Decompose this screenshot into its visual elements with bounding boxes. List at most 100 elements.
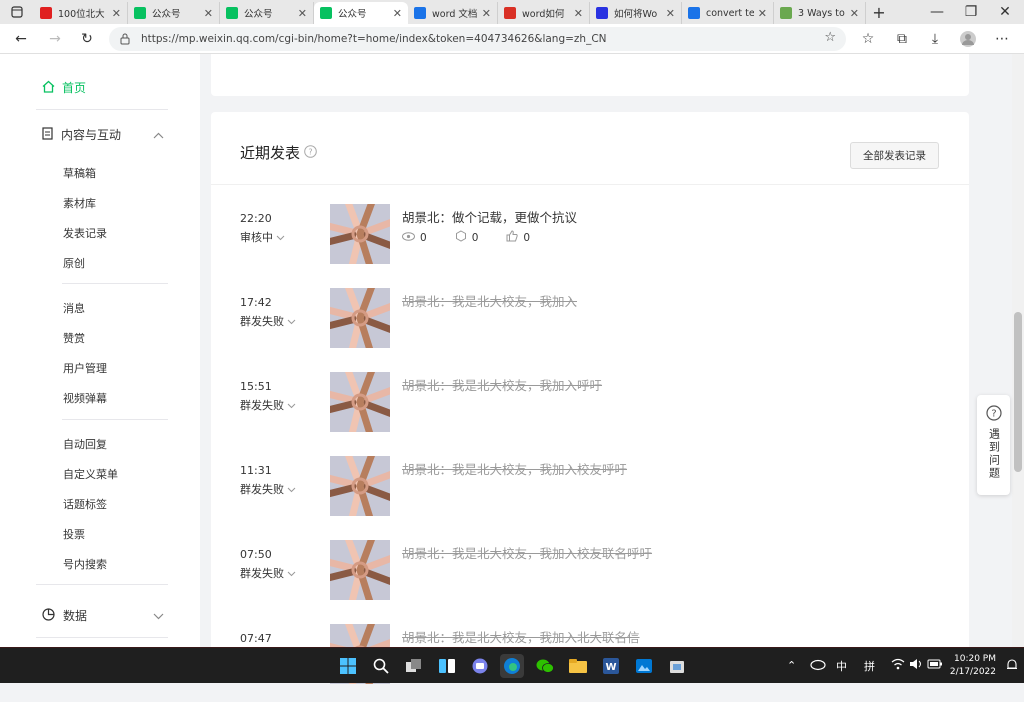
new-tab-button[interactable]: + <box>868 1 890 23</box>
site-logo-red <box>504 7 516 19</box>
close-tab-icon[interactable]: ✕ <box>393 7 402 20</box>
cloud-sync-icon[interactable] <box>810 657 826 674</box>
wechat-icon[interactable] <box>533 654 557 678</box>
notifications-icon[interactable] <box>1006 659 1018 674</box>
all-publish-records-button[interactable]: 全部发表记录 <box>850 142 939 169</box>
page-scrollbar[interactable] <box>1012 54 1024 647</box>
wifi-icon[interactable] <box>891 658 905 673</box>
close-tab-icon[interactable]: ✕ <box>850 7 859 20</box>
tab-1[interactable]: 100位北大 ✕ <box>34 2 128 24</box>
sidebar-item-messages[interactable]: 消息 <box>63 300 85 316</box>
post-title[interactable]: 胡景北：我是北大校友，我加入 <box>402 291 577 310</box>
restore-button[interactable]: ❐ <box>960 1 982 23</box>
start-button[interactable] <box>336 654 360 678</box>
close-tab-icon[interactable]: ✕ <box>112 7 121 20</box>
post-title[interactable]: 胡景北：我是北大校友，我加入呼吁 <box>402 375 602 394</box>
refresh-button[interactable]: ↻ <box>76 28 98 50</box>
clock-time: 10:20 PM <box>954 654 996 664</box>
sidebar-section-data[interactable]: 数据 <box>42 607 164 624</box>
address-bar[interactable]: https://mp.weixin.qq.com/cgi-bin/home?t=… <box>109 27 846 51</box>
overview-card <box>211 54 969 96</box>
post-status-dropdown[interactable]: 审核中 <box>240 229 285 245</box>
tab-6[interactable]: word如何 ✕ <box>498 2 590 24</box>
tab-3[interactable]: 公众号 ✕ <box>220 2 314 24</box>
back-button[interactable]: ← <box>10 28 32 50</box>
minimize-button[interactable]: — <box>926 1 948 23</box>
post-thumbnail[interactable] <box>330 540 390 600</box>
tab-actions-icon[interactable] <box>6 1 28 23</box>
close-window-button[interactable]: ✕ <box>994 1 1016 23</box>
post-status-dropdown[interactable]: 群发失败 <box>240 313 296 329</box>
sidebar-item-auto-reply[interactable]: 自动回复 <box>63 436 107 452</box>
close-tab-icon[interactable]: ✕ <box>758 7 767 20</box>
sidebar-item-drafts[interactable]: 草稿箱 <box>63 165 96 181</box>
file-explorer-icon[interactable] <box>566 654 590 678</box>
close-tab-icon[interactable]: ✕ <box>666 7 675 20</box>
favorites-icon[interactable]: ☆ <box>857 28 879 50</box>
edge-browser-icon[interactable] <box>500 654 524 678</box>
bing-icon <box>414 7 426 19</box>
close-tab-icon[interactable]: ✕ <box>574 7 583 20</box>
sidebar-item-video-danmaku[interactable]: 视频弹幕 <box>63 390 107 406</box>
sidebar-item-materials[interactable]: 素材库 <box>63 195 96 211</box>
post-thumbnail[interactable] <box>330 456 390 516</box>
task-view-icon[interactable] <box>402 654 426 678</box>
tab-9[interactable]: 3 Ways to ✕ <box>774 2 866 24</box>
post-thumbnail[interactable] <box>330 288 390 348</box>
post-title[interactable]: 胡景北：我是北大校友，我加入校友联名呼吁 <box>402 543 652 562</box>
widgets-icon[interactable] <box>435 654 459 678</box>
tab-2[interactable]: 公众号 ✕ <box>128 2 220 24</box>
help-circle-icon[interactable]: ? <box>304 144 317 161</box>
ime-language-indicator[interactable]: 中 <box>836 658 847 674</box>
help-widget[interactable]: ? 遇到问题 <box>977 395 1010 495</box>
teams-chat-icon[interactable] <box>468 654 492 678</box>
sidebar-item-home[interactable]: 首页 <box>42 79 86 96</box>
collections-icon[interactable]: ⧉ <box>891 28 913 50</box>
system-clock[interactable]: 10:20 PM 2/17/2022 <box>946 653 996 679</box>
sidebar-item-publish-records[interactable]: 发表记录 <box>63 225 107 241</box>
svg-text:?: ? <box>308 147 312 156</box>
post-title[interactable]: 胡景北：我是北大校友，我加入北大联名信 <box>402 627 640 646</box>
post-thumbnail[interactable] <box>330 204 390 264</box>
post-row: 22:20 审核中 胡景北：做个记载，更做个抗议 0 0 0 <box>240 204 940 282</box>
chevron-up-icon <box>153 128 164 142</box>
volume-icon[interactable] <box>909 658 923 673</box>
post-title[interactable]: 胡景北：做个记载，更做个抗议 <box>402 207 577 226</box>
sidebar-item-custom-menu[interactable]: 自定义菜单 <box>63 466 118 482</box>
photos-app-icon[interactable] <box>632 654 656 678</box>
close-tab-icon[interactable]: ✕ <box>482 7 491 20</box>
close-tab-icon[interactable]: ✕ <box>204 7 213 20</box>
word-app-icon[interactable]: W <box>599 654 623 678</box>
add-favorite-icon[interactable]: ☆ <box>824 30 836 45</box>
ime-mode-indicator[interactable]: 拼 <box>864 658 875 674</box>
profile-avatar[interactable] <box>957 28 979 50</box>
search-icon[interactable] <box>369 654 393 678</box>
post-status-dropdown[interactable]: 群发失败 <box>240 481 296 497</box>
sidebar-item-original[interactable]: 原创 <box>63 255 85 271</box>
scrollbar-thumb[interactable] <box>1014 312 1022 472</box>
battery-icon[interactable] <box>927 658 943 673</box>
post-status-dropdown[interactable]: 群发失败 <box>240 397 296 413</box>
post-thumbnail[interactable] <box>330 372 390 432</box>
post-status-dropdown[interactable]: 群发失败 <box>240 565 296 581</box>
sidebar-section-content[interactable]: 内容与互动 <box>42 126 164 143</box>
post-time: 07:50 <box>240 548 272 561</box>
tab-8[interactable]: convert te ✕ <box>682 2 774 24</box>
tab-5[interactable]: word 文档 ✕ <box>408 2 498 24</box>
sidebar-item-topic-tags[interactable]: 话题标签 <box>63 496 107 512</box>
forward-button[interactable]: → <box>44 28 66 50</box>
store-app-icon[interactable] <box>665 654 689 678</box>
post-title[interactable]: 胡景北：我是北大校友，我加入校友呼吁 <box>402 459 627 478</box>
sidebar-item-home-label: 首页 <box>62 81 87 95</box>
sidebar-item-voting[interactable]: 投票 <box>63 526 85 542</box>
tab-7[interactable]: 如何将Wo ✕ <box>590 2 682 24</box>
chevron-up-icon[interactable]: ⌃ <box>787 659 796 672</box>
tab-4[interactable]: 公众号 ✕ <box>314 2 408 24</box>
thumbs-up-icon <box>506 230 519 245</box>
close-tab-icon[interactable]: ✕ <box>298 7 307 20</box>
settings-menu-icon[interactable]: ⋯ <box>991 28 1013 50</box>
sidebar-item-in-account-search[interactable]: 号内搜索 <box>63 556 107 572</box>
downloads-icon[interactable]: ⤓ <box>924 28 946 50</box>
sidebar-item-appreciation[interactable]: 赞赏 <box>63 330 85 346</box>
sidebar-item-user-management[interactable]: 用户管理 <box>63 360 107 376</box>
